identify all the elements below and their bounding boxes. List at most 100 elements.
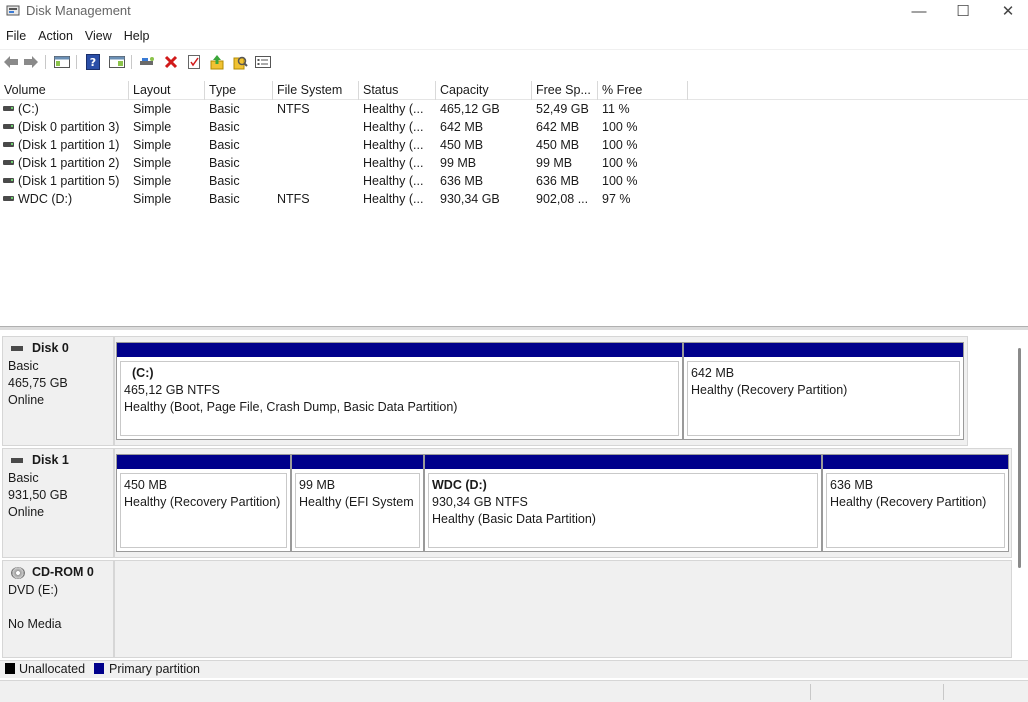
disk-1-area: 450 MB Healthy (Recovery Partition) 99 M…	[114, 448, 1012, 558]
cell-layout: Simple	[133, 156, 172, 170]
cdrom-0-label[interactable]: CD-ROM 0 DVD (E:) No Media	[2, 560, 114, 658]
disk-management-app-icon	[6, 5, 20, 16]
volume-row[interactable]: (C:) Simple Basic NTFS Healthy (... 465,12 GB…	[0, 101, 1028, 119]
properties-icon[interactable]	[185, 53, 203, 71]
partition-disk1-efi[interactable]: 99 MB Healthy (EFI System	[291, 454, 424, 552]
delete-icon[interactable]	[162, 53, 180, 71]
cell-status: Healthy (...	[363, 192, 424, 206]
cell-free-space: 636 MB	[536, 174, 580, 188]
cell-volume: (Disk 1 partition 5)	[18, 174, 120, 188]
maximize-button[interactable]: ☐	[940, 0, 986, 22]
volume-icon	[3, 106, 14, 111]
minimize-button[interactable]: —	[896, 0, 942, 22]
cell-file-system: NTFS	[277, 102, 310, 116]
partition-status: Healthy (Basic Data Partition)	[432, 512, 596, 526]
partition-name: WDC (D:)	[432, 478, 487, 492]
disk-status: Online	[8, 393, 45, 407]
partition-disk0-recovery[interactable]: 642 MB Healthy (Recovery Partition)	[683, 342, 964, 440]
cell-capacity: 642 MB	[440, 120, 484, 134]
cell-capacity: 636 MB	[440, 174, 484, 188]
connect-icon[interactable]	[139, 53, 157, 71]
menu-file[interactable]: File	[0, 26, 32, 48]
partition-status: Healthy (Recovery Partition)	[691, 383, 848, 397]
cell-free-space: 52,49 GB	[536, 102, 589, 116]
cd-drive-icon	[11, 567, 25, 579]
menu-help[interactable]: Help	[118, 26, 156, 48]
cell-capacity: 99 MB	[440, 156, 477, 170]
disk-1-label[interactable]: Disk 1 Basic 931,50 GB Online	[2, 448, 114, 558]
import-icon[interactable]	[208, 53, 226, 71]
disk-name: Disk 0	[32, 341, 69, 355]
partition-c[interactable]: (C:) 465,12 GB NTFS Healthy (Boot, Page …	[116, 342, 683, 440]
disk-size: 931,50 GB	[8, 488, 68, 502]
volume-row[interactable]: WDC (D:) Simple Basic NTFS Healthy (... 930,3…	[0, 191, 1028, 209]
column-header-layout[interactable]: Layout	[129, 81, 205, 100]
cell-capacity: 930,34 GB	[440, 192, 500, 206]
volume-icon	[3, 178, 14, 183]
search-icon[interactable]	[231, 53, 249, 71]
column-header-capacity[interactable]: Capacity	[436, 81, 532, 100]
primary-partition-bar	[823, 455, 1008, 469]
cell-percent-free: 100 %	[602, 138, 638, 152]
cell-status: Healthy (...	[363, 138, 424, 152]
window-title: Disk Management	[26, 3, 131, 18]
close-icon: ✕	[1001, 3, 1015, 20]
column-header-status[interactable]: Status	[359, 81, 436, 100]
partition-disk1-recovery-1[interactable]: 450 MB Healthy (Recovery Partition)	[116, 454, 291, 552]
title-bar: Disk Management — ☐ ✕	[0, 0, 1028, 24]
cell-percent-free: 11 %	[602, 102, 630, 116]
help-icon[interactable]: ?	[84, 53, 102, 71]
disk-0-label[interactable]: Disk 0 Basic 465,75 GB Online	[2, 336, 114, 446]
column-header-volume[interactable]: Volume	[0, 81, 129, 100]
back-arrow-icon[interactable]	[2, 53, 20, 71]
partition-d[interactable]: WDC (D:) 930,34 GB NTFS Healthy (Basic D…	[424, 454, 822, 552]
primary-partition-bar	[117, 455, 290, 469]
primary-partition-bar	[684, 343, 963, 357]
primary-partition-bar	[292, 455, 423, 469]
volume-row[interactable]: (Disk 1 partition 1) Simple Basic Healthy (…	[0, 137, 1028, 155]
cell-volume: WDC (D:)	[18, 192, 73, 206]
menu-bar: File Action View Help	[0, 26, 1028, 48]
cell-volume: (Disk 1 partition 2)	[18, 156, 120, 170]
menu-view[interactable]: View	[79, 26, 118, 48]
show-hide-icon[interactable]	[108, 53, 126, 71]
volume-row[interactable]: (Disk 1 partition 2) Simple Basic Healthy (…	[0, 155, 1028, 173]
export-list-icon[interactable]	[254, 53, 272, 71]
menu-action[interactable]: Action	[32, 26, 79, 48]
volume-row[interactable]: (Disk 1 partition 5) Simple Basic Healthy (…	[0, 173, 1028, 191]
disk-status: No Media	[8, 617, 62, 631]
disk-type: DVD (E:)	[8, 583, 58, 597]
column-header-free-space[interactable]: Free Sp...	[532, 81, 598, 100]
partition-size: 99 MB	[299, 478, 336, 492]
partition-name: (C:)	[132, 366, 154, 380]
cdrom-0-area[interactable]	[114, 560, 1012, 658]
partition-status: Healthy (Recovery Partition)	[124, 495, 281, 509]
cell-volume: (Disk 1 partition 1)	[18, 138, 120, 152]
cell-capacity: 450 MB	[440, 138, 484, 152]
disk-0-area: (C:) 465,12 GB NTFS Healthy (Boot, Page …	[114, 336, 968, 446]
column-header-file-system[interactable]: File System	[273, 81, 359, 100]
volume-list: Volume Layout Type File System Status Ca…	[0, 81, 1028, 325]
partition-disk1-recovery-5[interactable]: 636 MB Healthy (Recovery Partition)	[822, 454, 1009, 552]
column-header-type[interactable]: Type	[205, 81, 273, 100]
cell-status: Healthy (...	[363, 156, 424, 170]
console-tree-icon[interactable]	[53, 53, 71, 71]
volume-list-header: Volume Layout Type File System Status Ca…	[0, 81, 1028, 100]
cell-type: Basic	[209, 138, 240, 152]
cell-free-space: 99 MB	[536, 156, 573, 170]
primary-partition-bar	[425, 455, 821, 469]
disk-status: Online	[8, 505, 45, 519]
cell-status: Healthy (...	[363, 120, 424, 134]
vertical-scrollbar[interactable]	[1018, 348, 1021, 568]
volume-icon	[3, 124, 14, 129]
cell-volume: (C:)	[18, 102, 39, 116]
cell-status: Healthy (...	[363, 174, 424, 188]
minimize-icon: —	[911, 2, 927, 20]
partition-size: 930,34 GB NTFS	[432, 495, 528, 509]
partition-size: 465,12 GB NTFS	[124, 383, 220, 397]
volume-row[interactable]: (Disk 0 partition 3) Simple Basic Healthy (…	[0, 119, 1028, 137]
column-header-percent-free[interactable]: % Free	[598, 81, 688, 100]
disk-size: 465,75 GB	[8, 376, 68, 390]
forward-arrow-icon[interactable]	[22, 53, 40, 71]
close-button[interactable]: ✕	[985, 0, 1028, 22]
